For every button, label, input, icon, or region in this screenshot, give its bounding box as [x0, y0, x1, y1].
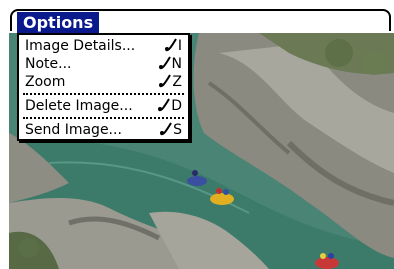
menu-item-note[interactable]: Note... N [25, 55, 182, 73]
menu-item-label: Note... [25, 56, 72, 72]
menu-item-image-details[interactable]: Image Details... I [25, 37, 182, 55]
options-dropdown-menu: Image Details... I Note... N Zoom Z Dele… [17, 33, 190, 141]
graffiti-stroke-icon [164, 38, 177, 52]
graffiti-stroke-icon [159, 74, 172, 88]
menu-item-label: Zoom [25, 74, 66, 90]
shortcut-letter: N [171, 56, 182, 72]
menu-item-zoom[interactable]: Zoom Z [25, 73, 182, 91]
shortcut-letter: S [173, 122, 182, 138]
menu-item-delete-image[interactable]: Delete Image... D [25, 97, 182, 115]
menu-item-label: Delete Image... [25, 98, 133, 114]
menu-item-shortcut: N [158, 55, 182, 73]
shortcut-letter: I [177, 38, 182, 54]
menu-item-shortcut: Z [158, 73, 182, 91]
menu-separator [23, 93, 184, 95]
shortcut-letter: D [171, 98, 182, 114]
menu-item-shortcut: I [164, 37, 182, 55]
graffiti-stroke-icon [158, 98, 171, 112]
shortcut-letter: Z [172, 74, 182, 90]
graffiti-stroke-icon [158, 56, 171, 70]
menu-bar: Options [0, 0, 394, 33]
menu-item-shortcut: D [157, 97, 182, 115]
menu-separator [23, 117, 184, 119]
menu-item-label: Image Details... [25, 38, 136, 54]
options-menu-title[interactable]: Options [17, 12, 100, 33]
graffiti-stroke-icon [160, 122, 172, 136]
menu-item-shortcut: S [159, 121, 182, 139]
menu-item-send-image[interactable]: Send Image... S [25, 121, 182, 139]
menu-item-label: Send Image... [25, 122, 122, 138]
